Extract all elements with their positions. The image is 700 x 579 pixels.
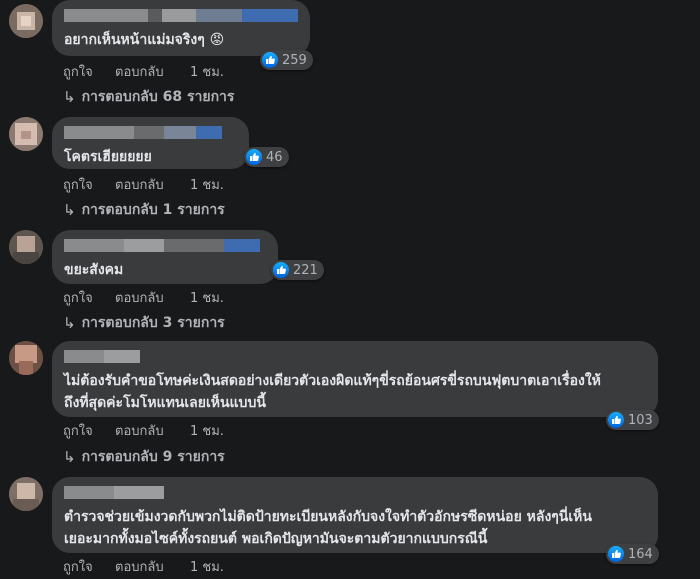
comment-bubble: ตำรวจช่วยเข้มงวดกับพวกไม่ติดป้ายทะเบียนห… xyxy=(52,477,658,553)
like-button[interactable]: ถูกใจ xyxy=(63,174,115,195)
view-replies-link[interactable]: ↳ การตอบกลับ 9 รายการ xyxy=(63,446,225,468)
author-name-blurred[interactable] xyxy=(64,126,237,139)
reaction-count[interactable]: 164 xyxy=(606,544,659,564)
comment-text: ขยะสังคม xyxy=(64,262,124,278)
avatar[interactable] xyxy=(9,230,43,264)
timestamp[interactable]: 1 ชม. xyxy=(190,287,224,308)
comment-bubble: อยากเห็นหน้าแม่มจริงๆ 😡 xyxy=(52,0,310,56)
reply-arrow-icon: ↳ xyxy=(63,314,76,332)
reply-arrow-icon: ↳ xyxy=(63,88,76,106)
reaction-number: 221 xyxy=(293,262,318,278)
like-button[interactable]: ถูกใจ xyxy=(63,287,115,308)
reaction-count[interactable]: 46 xyxy=(244,147,289,167)
timestamp[interactable]: 1 ชม. xyxy=(190,556,224,577)
comment-bubble: ขยะสังคม xyxy=(52,230,278,284)
reply-button[interactable]: ตอบกลับ xyxy=(115,61,190,82)
comment-text: โคตรเฮียยยยย xyxy=(64,149,152,165)
comment-text: ไม่ต้องรับคำขอโทษค่ะเงินสดอย่างเดียวตัวเ… xyxy=(64,373,601,411)
comment-bubble: โคตรเฮียยยยย xyxy=(52,117,249,169)
like-button[interactable]: ถูกใจ xyxy=(63,61,115,82)
like-reaction-icon xyxy=(262,52,278,68)
replies-label: การตอบกลับ 9 รายการ xyxy=(81,449,225,465)
author-name-blurred[interactable] xyxy=(64,9,298,22)
like-reaction-icon xyxy=(273,262,289,278)
reaction-number: 46 xyxy=(266,149,283,165)
replies-label: การตอบกลับ 68 รายการ xyxy=(81,89,235,105)
avatar[interactable] xyxy=(9,477,43,511)
replies-label: การตอบกลับ 1 รายการ xyxy=(81,202,225,218)
replies-label: การตอบกลับ 3 รายการ xyxy=(81,315,225,331)
reaction-number: 164 xyxy=(628,546,653,562)
like-reaction-icon xyxy=(246,149,262,165)
like-button[interactable]: ถูกใจ xyxy=(63,556,115,577)
reply-arrow-icon: ↳ xyxy=(63,201,76,219)
timestamp[interactable]: 1 ชม. xyxy=(190,61,224,82)
reply-button[interactable]: ตอบกลับ xyxy=(115,287,190,308)
reply-button[interactable]: ตอบกลับ xyxy=(115,174,190,195)
reaction-count[interactable]: 103 xyxy=(606,410,659,430)
reply-button[interactable]: ตอบกลับ xyxy=(115,556,190,577)
avatar[interactable] xyxy=(9,4,43,38)
author-name-blurred[interactable] xyxy=(64,350,646,363)
comment-bubble: ไม่ต้องรับคำขอโทษค่ะเงินสดอย่างเดียวตัวเ… xyxy=(52,341,658,417)
view-replies-link[interactable]: ↳ การตอบกลับ 3 รายการ xyxy=(63,312,225,334)
reaction-count[interactable]: 221 xyxy=(271,260,324,280)
reaction-number: 103 xyxy=(628,412,653,428)
avatar[interactable] xyxy=(9,341,43,375)
comment-text: ตำรวจช่วยเข้มงวดกับพวกไม่ติดป้ายทะเบียนห… xyxy=(64,509,592,547)
reaction-number: 259 xyxy=(282,52,307,68)
angry-emoji-icon: 😡 xyxy=(209,32,225,48)
like-button[interactable]: ถูกใจ xyxy=(63,420,115,441)
reaction-count[interactable]: 259 xyxy=(260,50,313,70)
comment-text: อยากเห็นหน้าแม่มจริงๆ 😡 xyxy=(64,32,225,48)
view-replies-link[interactable]: ↳ การตอบกลับ 1 รายการ xyxy=(63,199,225,221)
timestamp[interactable]: 1 ชม. xyxy=(190,420,224,441)
like-reaction-icon xyxy=(608,412,624,428)
avatar[interactable] xyxy=(9,117,43,151)
author-name-blurred[interactable] xyxy=(64,239,266,252)
reply-arrow-icon: ↳ xyxy=(63,448,76,466)
like-reaction-icon xyxy=(608,546,624,562)
author-name-blurred[interactable] xyxy=(64,486,646,499)
timestamp[interactable]: 1 ชม. xyxy=(190,174,224,195)
view-replies-link[interactable]: ↳ การตอบกลับ 68 รายการ xyxy=(63,86,234,108)
reply-button[interactable]: ตอบกลับ xyxy=(115,420,190,441)
